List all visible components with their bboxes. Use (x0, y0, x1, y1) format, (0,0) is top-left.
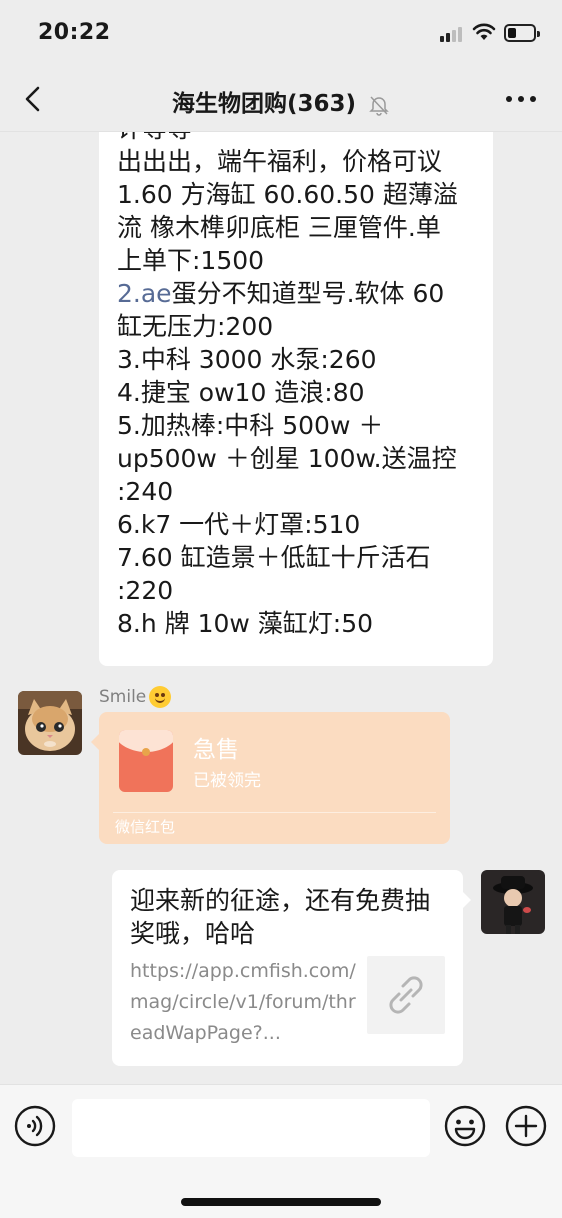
cartoon-avatar-image (481, 870, 545, 934)
message-line: 出出出，端午福利，价格可议 (117, 147, 443, 176)
message-line: 上单下:1500 (117, 246, 265, 275)
smiley-face-emoji-icon (149, 686, 172, 708)
message-line: 2.ae蛋分不知道型号.软体 60 (117, 277, 475, 310)
bell-mute-icon (369, 95, 389, 116)
wifi-icon (472, 23, 496, 40)
link-card-url: https://app.cmfish.com/mag/circle/v1/for… (130, 960, 356, 1044)
message-line-rest: 蛋分不知道型号.软体 60 (171, 279, 445, 308)
status-time: 20:22 (38, 20, 111, 45)
battery-icon (504, 24, 540, 42)
message-line: 流 橡木榫卯底柜 三厘管件.单 (117, 213, 441, 242)
sender-name: Smile (99, 686, 172, 708)
chat-title: 海生物团购(363) (171, 91, 357, 117)
text-message-bubble[interactable]: 计等等出出出，端午福利，价格可议 1.60 方海缸 60.60.50 超薄溢流 橡… (99, 132, 493, 666)
plus-icon[interactable] (505, 1105, 547, 1147)
message-line: 7.60 缸造景＋低缸十斤活石 (117, 543, 431, 572)
message-line: :220 (117, 576, 174, 605)
home-indicator (181, 1198, 381, 1206)
chat-area[interactable]: 计等等出出出，端午福利，价格可议 1.60 方海缸 60.60.50 超薄溢流 橡… (0, 132, 562, 1084)
voice-icon[interactable] (14, 1105, 56, 1147)
link-thumbnail (367, 956, 445, 1034)
message-line: 6.k7 一代＋灯罩:510 (117, 510, 361, 539)
message-lines: 计等等出出出，端午福利，价格可议 1.60 方海缸 60.60.50 超薄溢流 橡… (117, 132, 475, 640)
red-packet-icon (119, 730, 173, 792)
message-line: 3.中科 3000 水泵:260 (117, 345, 377, 374)
message-link[interactable]: 2.ae (117, 279, 172, 308)
cat-avatar-image (18, 691, 82, 755)
link-card-title: 迎来新的征途，还有免费抽奖哦，哈哈 (130, 886, 431, 948)
message-line: 计等等 (117, 132, 475, 145)
message-line: 1.60 方海缸 60.60.50 超薄溢 (117, 180, 458, 209)
chat-title-container: 海生物团购(363) (0, 84, 562, 118)
message-input[interactable] (72, 1099, 430, 1157)
red-packet-message[interactable]: 急售 已被领完 微信红包 (91, 712, 450, 844)
message-line: 4.捷宝 ow10 造浪:80 (117, 378, 365, 407)
link-icon (389, 976, 423, 1014)
message-line: up500w ＋创星 100w.送温控 (117, 444, 457, 473)
red-packet-divider (113, 812, 436, 813)
message-line: :240 (117, 477, 174, 506)
red-packet-title: 急售 (193, 737, 239, 763)
red-packet-label: 微信红包 (115, 818, 176, 836)
status-bar: 20:22 (0, 0, 562, 66)
avatar-self[interactable] (481, 870, 545, 934)
link-card-message[interactable]: 迎来新的征途，还有免费抽奖哦，哈哈 https://app.cmfish.com… (112, 870, 471, 1066)
message-line: 5.加热棒:中科 500w ＋ (117, 411, 384, 440)
more-dots-icon[interactable] (506, 96, 536, 104)
nav-bar: 海生物团购(363) (0, 66, 562, 132)
message-line: 8.h 牌 10w 藻缸灯:50 (117, 609, 374, 638)
red-packet-status: 已被领完 (193, 771, 261, 791)
signal-icon (440, 26, 466, 42)
smiley-icon[interactable] (444, 1105, 486, 1147)
message-line: 缸无压力:200 (117, 312, 274, 341)
avatar-smile[interactable] (18, 691, 82, 755)
